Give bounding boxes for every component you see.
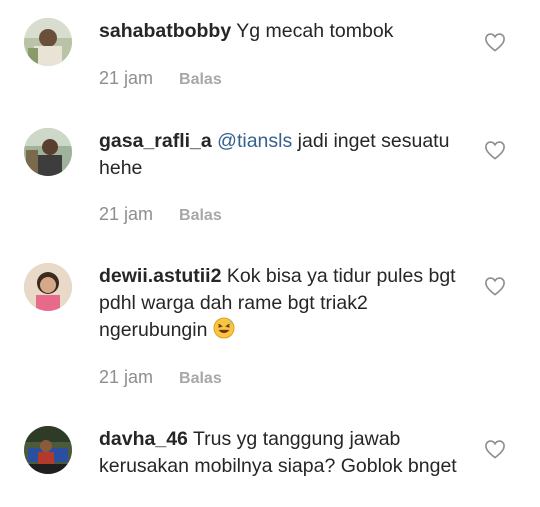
comment-username[interactable]: gasa_rafli_a: [99, 130, 212, 152]
comment-timestamp: 21 jam: [99, 68, 154, 88]
heart-outline-icon[interactable]: [484, 32, 506, 52]
avatar[interactable]: [24, 263, 72, 311]
reply-button[interactable]: Balas: [179, 370, 222, 388]
comment-text: dewii.astutii2 Kok bisa ya tidur pules b…: [99, 263, 459, 344]
comment-meta: 21 jam Balas: [99, 367, 222, 388]
heart-outline-icon[interactable]: [484, 140, 506, 160]
avatar[interactable]: [24, 18, 72, 66]
avatar[interactable]: [24, 128, 72, 176]
reply-button[interactable]: Balas: [179, 71, 222, 89]
comment-meta: 21 jam Balas: [99, 68, 222, 89]
comment-message: Yg mecah tombok: [236, 20, 394, 42]
avatar[interactable]: [24, 426, 72, 474]
comment-username[interactable]: sahabatbobby: [99, 20, 231, 42]
mention-link[interactable]: @tiansls: [217, 130, 292, 152]
comment-text: davha_46 Trus yg tanggung jawab kerusaka…: [99, 426, 459, 480]
comment-meta: 21 jam Balas: [99, 204, 222, 225]
comment-username[interactable]: dewii.astutii2: [99, 265, 221, 287]
heart-outline-icon[interactable]: [484, 439, 506, 459]
comment-text: gasa_rafli_a @tiansls jadi inget sesuatu…: [99, 128, 459, 182]
laughing-sweat-emoji-icon: [213, 317, 235, 339]
comment-username[interactable]: davha_46: [99, 428, 188, 450]
comment-timestamp: 21 jam: [99, 204, 154, 224]
heart-outline-icon[interactable]: [484, 276, 506, 296]
comment-timestamp: 21 jam: [99, 367, 154, 387]
reply-button[interactable]: Balas: [179, 207, 222, 225]
comment-text: sahabatbobby Yg mecah tombok: [99, 18, 459, 45]
